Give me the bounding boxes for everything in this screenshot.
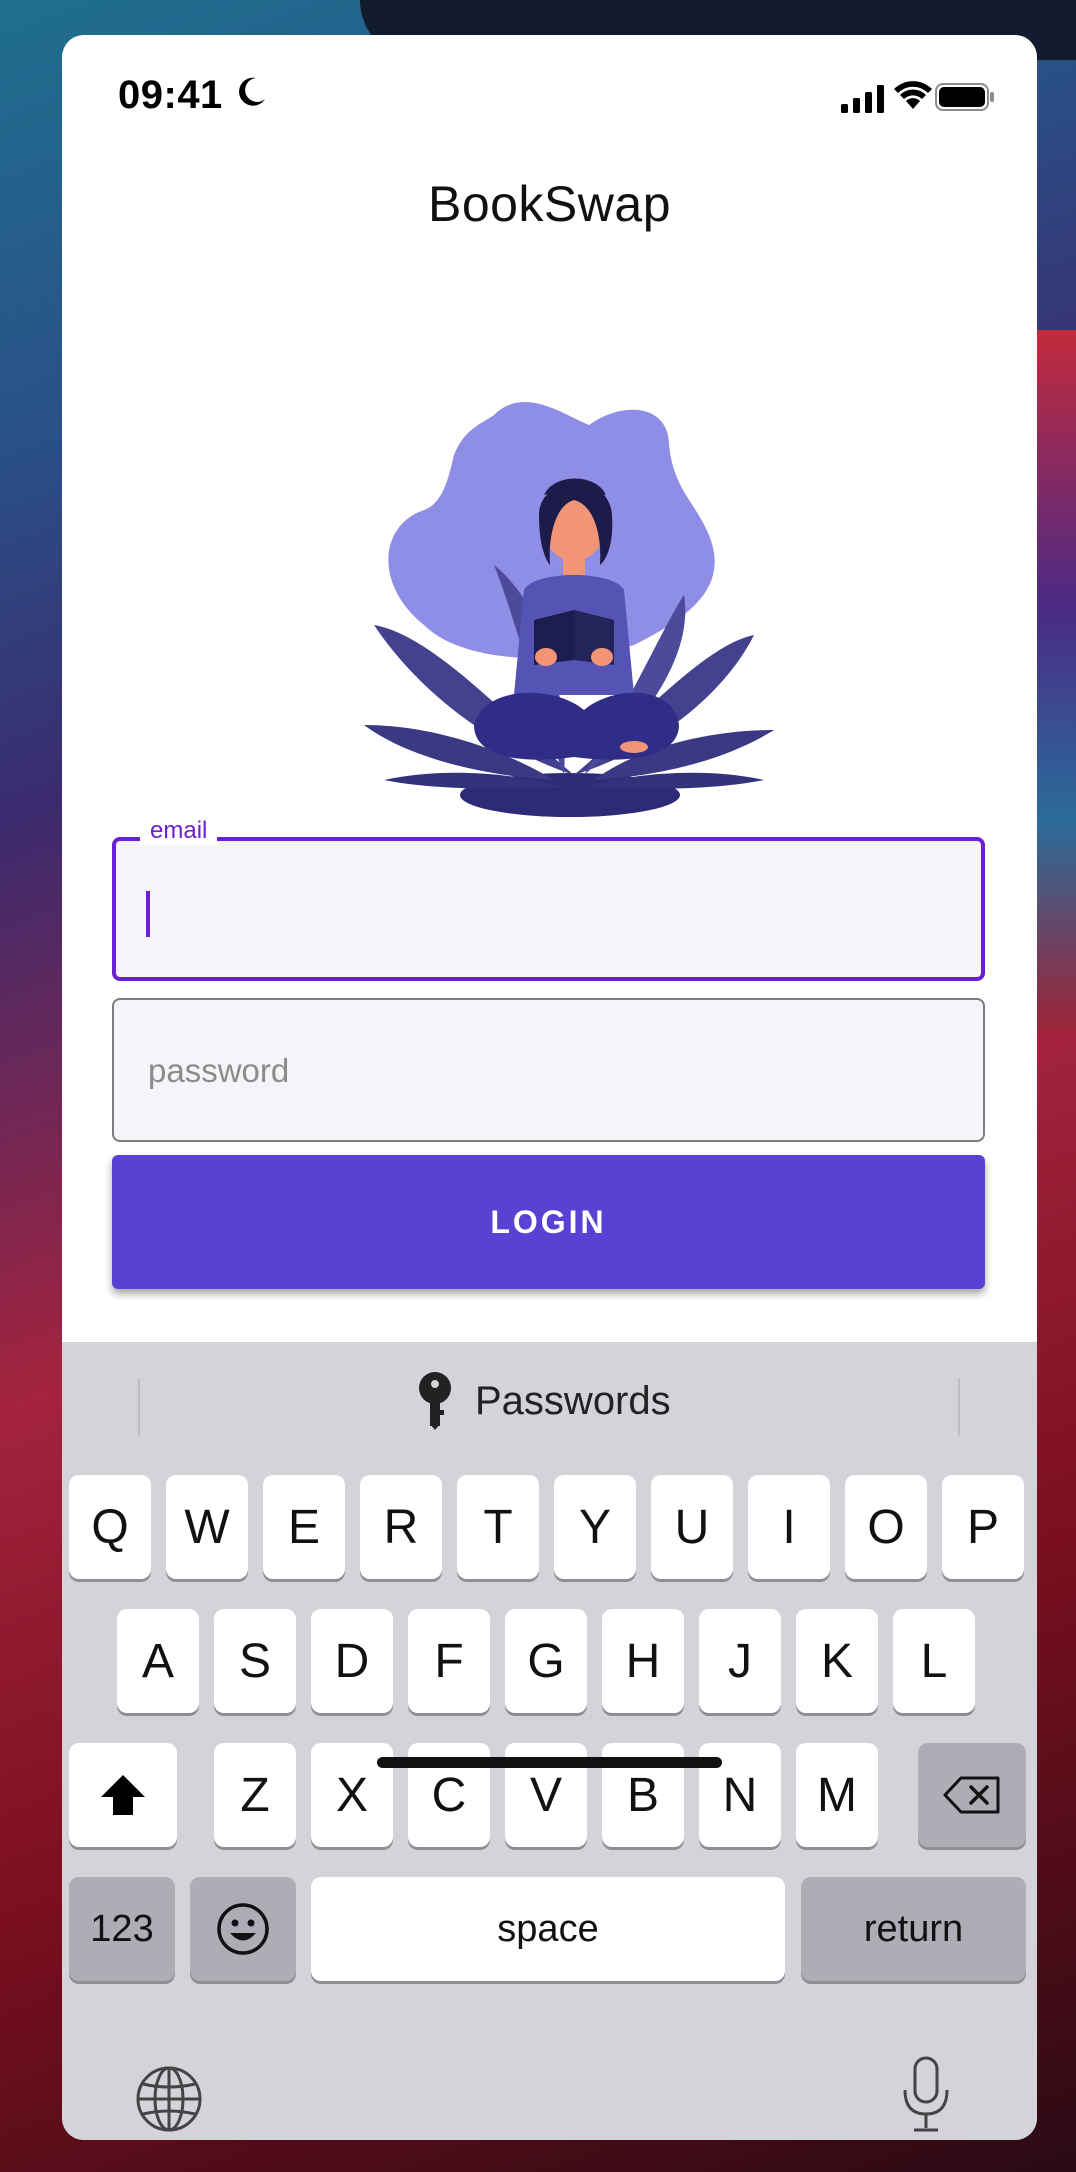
key-a[interactable]: A <box>117 1609 199 1713</box>
key-w[interactable]: W <box>166 1475 248 1579</box>
text-cursor <box>146 891 150 937</box>
shift-icon <box>101 1775 145 1815</box>
key-u[interactable]: U <box>651 1475 733 1579</box>
backspace-icon <box>943 1776 1000 1814</box>
passwords-label: Passwords <box>475 1378 671 1423</box>
battery-icon <box>935 83 994 111</box>
passwords-suggestion[interactable]: Passwords <box>417 1372 671 1430</box>
emoji-key[interactable] <box>190 1877 296 1981</box>
key-k[interactable]: K <box>796 1609 878 1713</box>
shift-key[interactable] <box>69 1743 177 1847</box>
return-key[interactable]: return <box>801 1877 1026 1981</box>
key-d[interactable]: D <box>311 1609 393 1713</box>
key-s[interactable]: S <box>214 1609 296 1713</box>
key-g[interactable]: G <box>505 1609 587 1713</box>
key-i[interactable]: I <box>748 1475 830 1579</box>
key-o[interactable]: O <box>845 1475 927 1579</box>
numbers-key[interactable]: 123 <box>69 1877 175 1981</box>
key-l[interactable]: L <box>893 1609 975 1713</box>
backspace-key[interactable] <box>918 1743 1026 1847</box>
globe-icon[interactable] <box>134 2064 204 2134</box>
key-y[interactable]: Y <box>554 1475 636 1579</box>
key-e[interactable]: E <box>263 1475 345 1579</box>
email-field[interactable]: email <box>112 817 985 981</box>
status-time: 09:41 <box>118 73 223 117</box>
email-field-label: email <box>140 817 218 845</box>
status-bar: 09:41 <box>62 35 1037 155</box>
key-j[interactable]: J <box>699 1609 781 1713</box>
key-h[interactable]: H <box>602 1609 684 1713</box>
suggestion-divider <box>138 1378 140 1436</box>
cellular-signal-icon <box>841 85 884 113</box>
key-icon <box>419 1372 451 1430</box>
app-title: BookSwap <box>427 176 672 232</box>
moon-icon <box>239 77 265 106</box>
key-r[interactable]: R <box>360 1475 442 1579</box>
password-placeholder: password <box>148 1052 290 1089</box>
login-button[interactable]: LOGIN <box>112 1155 985 1289</box>
space-key[interactable]: space <box>311 1877 785 1981</box>
suggestion-divider <box>958 1378 960 1436</box>
emoji-icon <box>217 1903 269 1955</box>
phone-screen: 09:41 BookSwap email password LOGIN Pass… <box>62 35 1037 2140</box>
key-m[interactable]: M <box>796 1743 878 1847</box>
keyboard-suggestion-bar: Passwords <box>62 1342 1037 1452</box>
key-q[interactable]: Q <box>69 1475 151 1579</box>
key-p[interactable]: P <box>942 1475 1024 1579</box>
wifi-icon <box>894 81 932 109</box>
key-f[interactable]: F <box>408 1609 490 1713</box>
keyboard: Passwords Q W E R T Y U I O P A S D F G … <box>62 1342 1037 2140</box>
microphone-icon[interactable] <box>900 2056 952 2134</box>
key-z[interactable]: Z <box>214 1743 296 1847</box>
password-field[interactable]: password <box>112 998 985 1142</box>
keyboard-bottom-bar <box>62 2042 1037 2140</box>
key-t[interactable]: T <box>457 1475 539 1579</box>
home-indicator[interactable] <box>377 1757 722 1768</box>
reading-woman-illustration <box>364 402 774 817</box>
